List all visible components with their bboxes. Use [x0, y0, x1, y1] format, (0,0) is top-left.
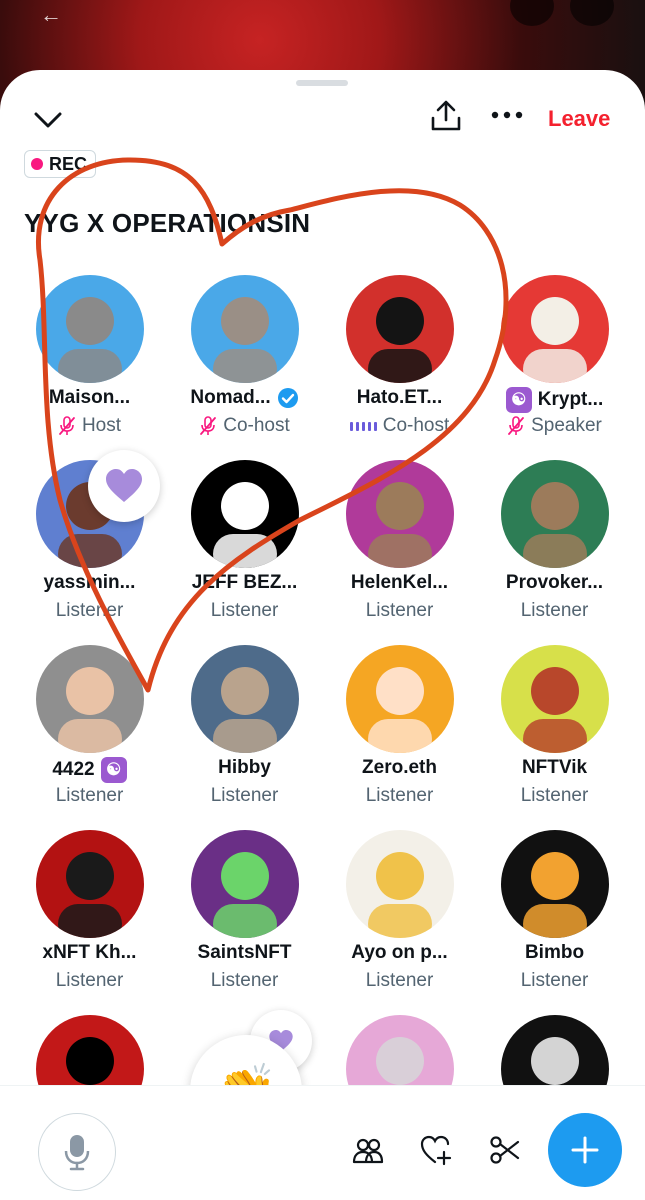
participant-item[interactable]: Maison... Host	[12, 275, 167, 455]
participant-item[interactable]: HelenKel... Listener	[322, 460, 477, 640]
bottom-toolbar	[0, 1085, 645, 1200]
heart-reaction	[88, 450, 160, 522]
participant-name: Ayo on p...	[351, 942, 448, 963]
participant-name: JEFF BEZ...	[191, 572, 298, 593]
people-icon[interactable]	[352, 1134, 384, 1166]
avatar[interactable]	[36, 830, 144, 938]
heart-add-icon[interactable]	[420, 1134, 452, 1166]
participant-item[interactable]: Zero.eth Listener	[322, 645, 477, 825]
avatar[interactable]	[346, 830, 454, 938]
participant-name: yassmin...	[43, 572, 136, 593]
participant-item[interactable]: Hibby Listener	[167, 645, 322, 825]
participant-role: Co-host	[382, 415, 450, 436]
participant-name: Bimbo	[524, 942, 585, 963]
participant-item[interactable]: 4422 ☯ Listener	[12, 645, 167, 825]
search-icon[interactable]	[510, 0, 554, 26]
leave-button[interactable]: Leave	[548, 106, 610, 132]
participant-item[interactable]: NFTVik Listener	[477, 645, 632, 825]
participant-role: Listener	[365, 970, 434, 991]
participant-name: Hato.ET...	[356, 387, 443, 408]
microphone-button[interactable]	[38, 1113, 116, 1191]
participant-name: SaintsNFT	[197, 942, 292, 963]
recording-dot-icon	[31, 158, 43, 170]
participant-role: Listener	[55, 600, 124, 621]
speaking-indicator-icon	[349, 421, 377, 431]
avatar[interactable]	[501, 830, 609, 938]
recording-badge: REC	[24, 150, 97, 178]
participant-role: Listener	[210, 785, 279, 806]
participant-item[interactable]: ☯ Krypt... Speaker	[477, 275, 632, 455]
participant-role: Listener	[520, 600, 589, 621]
participant-name: Maison...	[48, 387, 131, 408]
mic-muted-icon	[200, 416, 217, 435]
recording-label: REC	[49, 153, 88, 174]
participant-item[interactable]: SaintsNFT Listener	[167, 830, 322, 1010]
share-icon[interactable]	[428, 98, 464, 134]
more-icon[interactable]	[490, 108, 524, 122]
avatar[interactable]	[191, 275, 299, 383]
participant-role: Speaker	[531, 415, 602, 436]
participant-name: Provoker...	[505, 572, 604, 593]
participant-name: Krypt...	[537, 389, 604, 410]
participant-role: Listener	[210, 600, 279, 621]
participant-item[interactable]: xNFT Kh... Listener	[12, 830, 167, 1010]
microphone-icon	[64, 1135, 90, 1171]
avatar[interactable]	[346, 645, 454, 753]
avatar[interactable]	[501, 460, 609, 568]
participant-role: Listener	[210, 970, 279, 991]
participant-name: Zero.eth	[362, 757, 437, 778]
participant-role: Listener	[365, 600, 434, 621]
avatar[interactable]	[36, 275, 144, 383]
avatar[interactable]	[191, 460, 299, 568]
participant-item[interactable]: Ayo on p... Listener	[322, 830, 477, 1010]
avatar[interactable]	[501, 275, 609, 383]
space-sheet: Leave REC YYG X OPERATIONSIN Maison... H…	[0, 70, 645, 1200]
verified-badge-icon	[277, 388, 298, 408]
participant-item[interactable]: Bimbo Listener	[477, 830, 632, 1010]
participant-name: xNFT Kh...	[42, 942, 137, 963]
participant-role: Listener	[520, 970, 589, 991]
participant-item[interactable]: Nomad... Co-host	[167, 275, 322, 455]
avatar[interactable]	[36, 645, 144, 753]
participant-item[interactable]: JEFF BEZ... Listener	[167, 460, 322, 640]
heart-icon	[106, 469, 142, 502]
chevron-down-icon[interactable]	[32, 106, 64, 132]
participant-name: HelenKel...	[350, 572, 449, 593]
scissors-icon[interactable]	[489, 1134, 521, 1166]
add-button[interactable]	[548, 1113, 622, 1187]
participant-name: Hibby	[218, 757, 271, 778]
plus-icon	[571, 1136, 599, 1164]
yin-yang-badge-icon: ☯	[505, 387, 532, 413]
participant-name: 4422	[52, 759, 95, 780]
yin-yang-badge-icon: ☯	[100, 757, 127, 783]
sheet-grabber[interactable]	[296, 80, 348, 86]
avatar[interactable]	[191, 645, 299, 753]
avatar[interactable]	[191, 830, 299, 938]
mic-muted-icon	[59, 416, 75, 435]
participant-item[interactable]: Provoker... Listener	[477, 460, 632, 640]
back-arrow-icon[interactable]: ←	[40, 2, 62, 28]
participant-name: NFTVik	[521, 757, 588, 778]
avatar[interactable]	[346, 460, 454, 568]
participant-role: Listener	[55, 970, 124, 991]
avatar[interactable]	[346, 275, 454, 383]
participant-name: Nomad...	[190, 387, 271, 408]
avatar[interactable]	[501, 645, 609, 753]
more-icon[interactable]	[570, 0, 614, 26]
mic-muted-icon	[508, 416, 525, 435]
space-title: YYG X OPERATIONSIN	[24, 208, 311, 238]
participant-role: Listener	[55, 785, 124, 806]
participant-role: Co-host	[223, 415, 290, 436]
participant-role: Host	[81, 415, 122, 436]
participant-item[interactable]: Hato.ET... Co-host	[322, 275, 477, 455]
participant-role: Listener	[365, 785, 434, 806]
participant-role: Listener	[520, 785, 589, 806]
